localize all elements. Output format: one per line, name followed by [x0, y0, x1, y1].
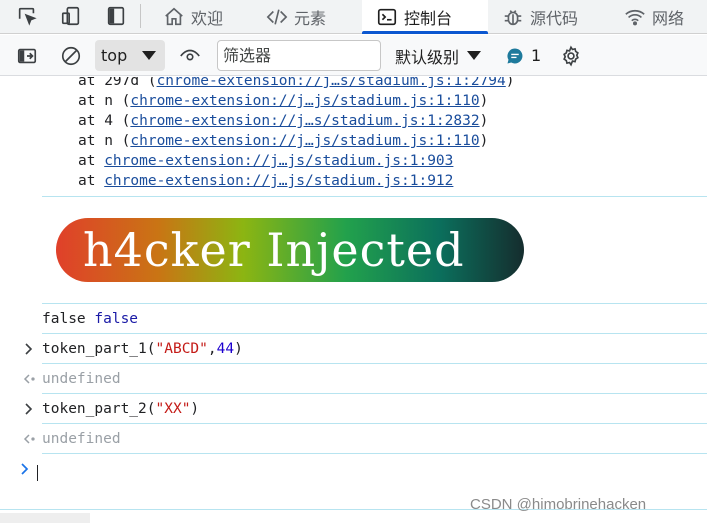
- log-value: false: [42, 311, 86, 327]
- tab-console-label: 控制台: [404, 9, 453, 28]
- result-arrow-icon: [23, 434, 35, 444]
- tab-welcome[interactable]: 欢迎: [163, 0, 223, 34]
- stack-frame: at n (chrome-extension://j…js/stadium.js…: [78, 133, 489, 149]
- inspect-cursor-icon[interactable]: [14, 4, 40, 28]
- active-tab-indicator: [362, 31, 488, 34]
- stack-frame: at 4 (chrome-extension://j…s/stadium.js:…: [78, 113, 489, 129]
- issues-counter[interactable]: 1: [506, 40, 541, 71]
- settings-gear-icon[interactable]: [558, 43, 584, 69]
- chevron-down-icon: [142, 51, 156, 60]
- tab-network[interactable]: 网络: [624, 0, 684, 34]
- stack-frame-link[interactable]: chrome-extension://j…s/stadium.js:1:2832: [130, 113, 479, 129]
- chevron-down-icon: [467, 51, 482, 60]
- stack-frame-link[interactable]: chrome-extension://j…s/stadium.js:1:2794: [157, 77, 506, 89]
- result-arrow-icon: [23, 374, 35, 384]
- sidebar-toggle-icon[interactable]: [14, 43, 40, 69]
- dock-side-icon[interactable]: [103, 4, 129, 28]
- code-icon: [266, 9, 288, 25]
- tab-welcome-label: 欢迎: [191, 9, 224, 28]
- console-icon: [377, 8, 397, 26]
- styled-log-banner: h4cker Injected: [56, 218, 524, 282]
- stack-frame: at chrome-extension://j…js/stadium.js:1:…: [78, 153, 454, 169]
- live-expression-eye-icon[interactable]: [177, 43, 203, 69]
- console-output[interactable]: at 297d (chrome-extension://j…s/stadium.…: [0, 77, 707, 523]
- tab-network-label: 网络: [652, 9, 685, 28]
- status-strip: [0, 513, 90, 523]
- error-stack-trace: at 297d (chrome-extension://j…s/stadium.…: [78, 77, 515, 191]
- context-selector-value: top: [101, 46, 128, 65]
- console-prompt-input[interactable]: [37, 465, 38, 481]
- stack-frame-link[interactable]: chrome-extension://j…js/stadium.js:1:110: [130, 133, 479, 149]
- message-icon: [507, 47, 523, 63]
- log-levels-dropdown[interactable]: 默认级别: [395, 40, 482, 71]
- context-selector[interactable]: top: [95, 40, 165, 71]
- result-value: undefined: [42, 431, 121, 447]
- tab-sources[interactable]: 源代码: [502, 0, 578, 34]
- devtools-tabbar: 欢迎 元素 控制台 源代码 网络: [0, 0, 707, 34]
- stack-frame-link[interactable]: chrome-extension://j…js/stadium.js:1:903: [104, 153, 453, 169]
- log-message: false false: [0, 304, 707, 334]
- filter-input[interactable]: [217, 40, 381, 71]
- issues-count: 1: [531, 46, 542, 65]
- watermark: CSDN @himobrinehacken: [470, 496, 647, 513]
- device-toolbar-icon[interactable]: [58, 4, 84, 28]
- stack-frame-link[interactable]: chrome-extension://j…js/stadium.js:1:110: [130, 93, 479, 109]
- stack-frame-link[interactable]: chrome-extension://j…js/stadium.js:1:912: [104, 173, 453, 189]
- result-value: undefined: [42, 371, 121, 387]
- chevron-right-icon: [25, 343, 33, 355]
- tabbar-divider: [140, 4, 141, 28]
- chevron-right-icon: [25, 403, 33, 415]
- console-toolbar: top 默认级别 1: [0, 35, 707, 76]
- tab-sources-label: 源代码: [530, 9, 579, 28]
- console-result-entry: undefined: [0, 424, 707, 454]
- prompt-chevron-icon: [21, 463, 29, 475]
- console-input-entry[interactable]: token_part_1("ABCD",44): [0, 334, 707, 364]
- bug-icon: [504, 10, 522, 26]
- wifi-icon: [625, 9, 645, 26]
- console-result-entry: undefined: [0, 364, 707, 394]
- log-value: false: [94, 311, 139, 327]
- tab-console[interactable]: 控制台: [362, 0, 488, 34]
- log-levels-label: 默认级别: [395, 47, 460, 67]
- tab-elements[interactable]: 元素: [266, 0, 326, 34]
- stack-frame: at n (chrome-extension://j…js/stadium.js…: [78, 93, 489, 109]
- message-separator: [42, 196, 707, 197]
- message-separator: [42, 453, 707, 454]
- home-icon: [165, 7, 183, 26]
- stack-frame: at 297d (chrome-extension://j…s/stadium.…: [78, 77, 515, 91]
- clear-console-icon[interactable]: [58, 43, 84, 69]
- tab-elements-label: 元素: [294, 9, 327, 28]
- stack-frame: at chrome-extension://j…js/stadium.js:1:…: [78, 173, 454, 189]
- console-input-entry[interactable]: token_part_2("XX"): [0, 394, 707, 424]
